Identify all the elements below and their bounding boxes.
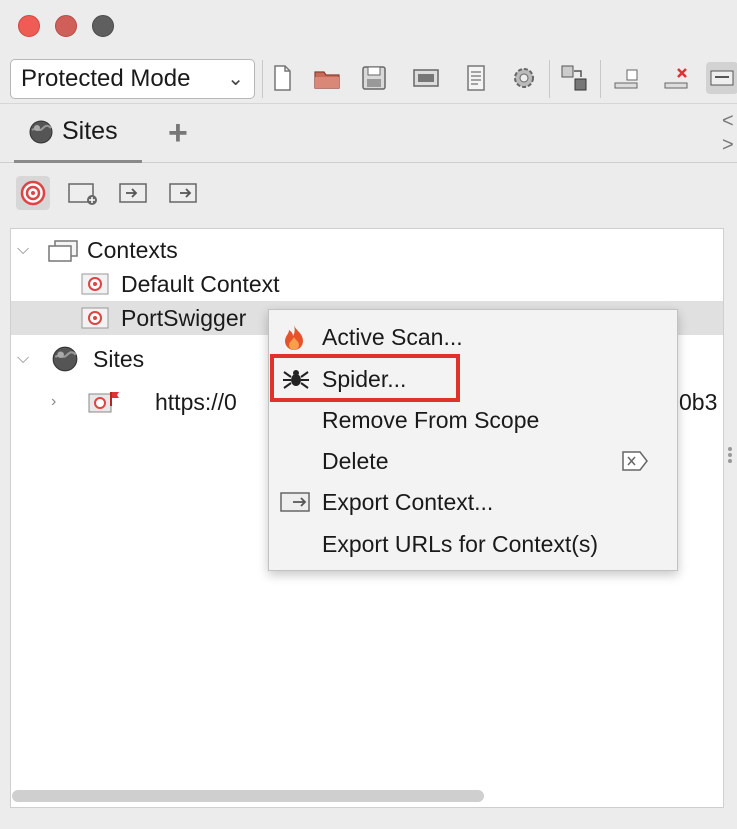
menu-item-label: Export URLs for Context(s) xyxy=(322,531,599,557)
layout-icon[interactable] xyxy=(558,62,590,94)
tab-sites-label: Sites xyxy=(62,117,118,145)
menu-item-label: Remove From Scope xyxy=(322,407,540,433)
context-menu: Active Scan... Spider... Remove From Sco… xyxy=(268,309,678,571)
maximize-window-button[interactable] xyxy=(92,15,114,37)
menu-item-export-urls[interactable]: Export URLs for Context(s) xyxy=(269,524,677,564)
tree-node-default-context-label: Default Context xyxy=(121,271,280,297)
close-window-button[interactable] xyxy=(18,15,40,37)
tab-scroll-arrows[interactable]: < > xyxy=(722,109,734,157)
tree-node-default-context[interactable]: Default Context xyxy=(11,267,723,301)
menu-item-remove-from-scope[interactable]: Remove From Scope xyxy=(269,400,677,440)
menu-item-active-scan[interactable]: Active Scan... xyxy=(269,317,677,357)
toolbar-separator xyxy=(549,60,550,98)
export-context-icon[interactable] xyxy=(166,176,200,210)
new-context-icon[interactable] xyxy=(66,176,100,210)
tab-sites[interactable]: Sites xyxy=(14,105,142,163)
chevron-down-icon: ⌄ xyxy=(227,68,244,90)
contexts-folder-icon xyxy=(48,240,78,262)
main-toolbar: Protected Mode ⌄ xyxy=(0,52,737,104)
tree-node-contexts-label: Contexts xyxy=(87,237,178,263)
new-session-icon[interactable] xyxy=(266,62,298,94)
chevron-right-icon[interactable]: > xyxy=(722,133,734,157)
sites-toolbar xyxy=(0,163,737,219)
context-target-icon xyxy=(81,273,109,295)
open-session-icon[interactable] xyxy=(311,62,343,94)
show-tabs-icon[interactable] xyxy=(610,62,642,94)
panel-resize-grip[interactable] xyxy=(728,445,734,469)
delete-key-icon xyxy=(622,451,648,471)
chevron-left-icon[interactable]: < xyxy=(722,109,734,133)
scope-target-icon[interactable] xyxy=(16,176,50,210)
export-icon xyxy=(280,492,310,512)
tab-row: Sites + < > xyxy=(0,105,737,163)
menu-item-delete[interactable]: Delete xyxy=(269,441,677,481)
globe-icon xyxy=(29,120,53,144)
context-target-icon xyxy=(81,307,109,329)
toolbar-separator xyxy=(262,60,263,98)
site-folder-icon xyxy=(88,392,119,413)
options-gear-icon[interactable] xyxy=(508,62,540,94)
save-session-icon[interactable] xyxy=(358,62,390,94)
tree-node-contexts[interactable]: ⌵ Contexts xyxy=(11,233,723,267)
globe-icon xyxy=(52,346,78,372)
expand-icon[interactable] xyxy=(706,62,737,94)
chevron-down-icon[interactable]: ⌵ xyxy=(17,342,29,376)
title-bar xyxy=(0,0,737,52)
chevron-down-icon[interactable]: ⌵ xyxy=(17,233,29,267)
tree-node-site-url-label: https://0 xyxy=(155,389,237,415)
add-tab-button[interactable]: + xyxy=(168,116,188,150)
import-context-icon[interactable] xyxy=(116,176,150,210)
minimize-window-button[interactable] xyxy=(55,15,77,37)
horizontal-scrollbar[interactable] xyxy=(12,790,484,802)
snapshot-icon[interactable] xyxy=(410,62,442,94)
menu-item-label: Export Context... xyxy=(322,489,494,515)
chevron-right-icon[interactable]: › xyxy=(51,385,56,419)
tree-node-portswigger-label: PortSwigger xyxy=(121,305,247,331)
menu-item-export-context[interactable]: Export Context... xyxy=(269,482,677,522)
session-properties-icon[interactable] xyxy=(460,62,492,94)
toolbar-separator xyxy=(600,60,601,98)
flame-icon xyxy=(285,325,303,350)
tree-node-site-url-tail: 0b3 xyxy=(679,389,718,415)
mode-dropdown-value: Protected Mode xyxy=(21,65,191,92)
tree-node-sites-label: Sites xyxy=(93,346,145,372)
hide-tabs-icon[interactable] xyxy=(660,62,692,94)
menu-item-label: Active Scan... xyxy=(322,324,463,350)
menu-item-label: Delete xyxy=(322,448,389,474)
mode-dropdown[interactable]: Protected Mode ⌄ xyxy=(10,59,255,99)
spider-highlight-box xyxy=(270,354,460,402)
